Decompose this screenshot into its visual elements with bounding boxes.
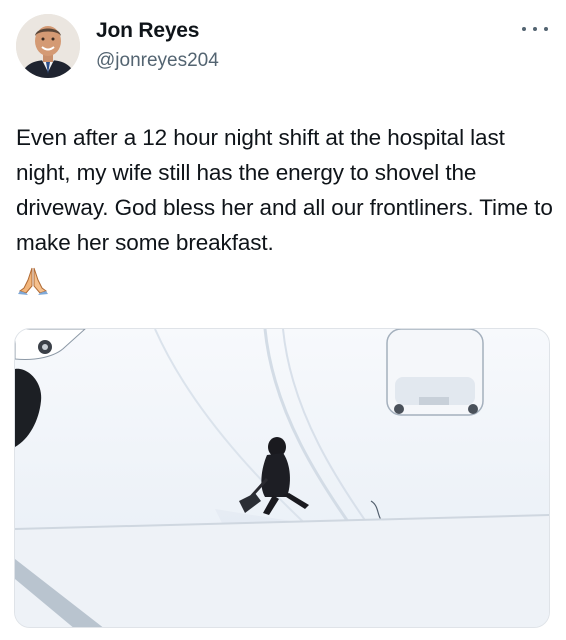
more-dot	[522, 27, 526, 31]
folded-hands-icon	[16, 264, 50, 296]
tweet-text: Even after a 12 hour night shift at the …	[16, 125, 559, 255]
more-options-icon[interactable]	[522, 20, 548, 38]
author-handle[interactable]: @jonreyes204	[96, 50, 219, 72]
author-display-name[interactable]: Jon Reyes	[96, 19, 199, 43]
avatar[interactable]	[16, 14, 80, 78]
tweet-photo[interactable]	[14, 328, 550, 628]
more-dot	[544, 27, 548, 31]
tweet-card: Jon Reyes @jonreyes204 Even after a 12 h…	[0, 0, 566, 640]
more-dot	[533, 27, 537, 31]
snow-driveway-photo	[15, 329, 549, 627]
avatar-image	[16, 14, 80, 78]
